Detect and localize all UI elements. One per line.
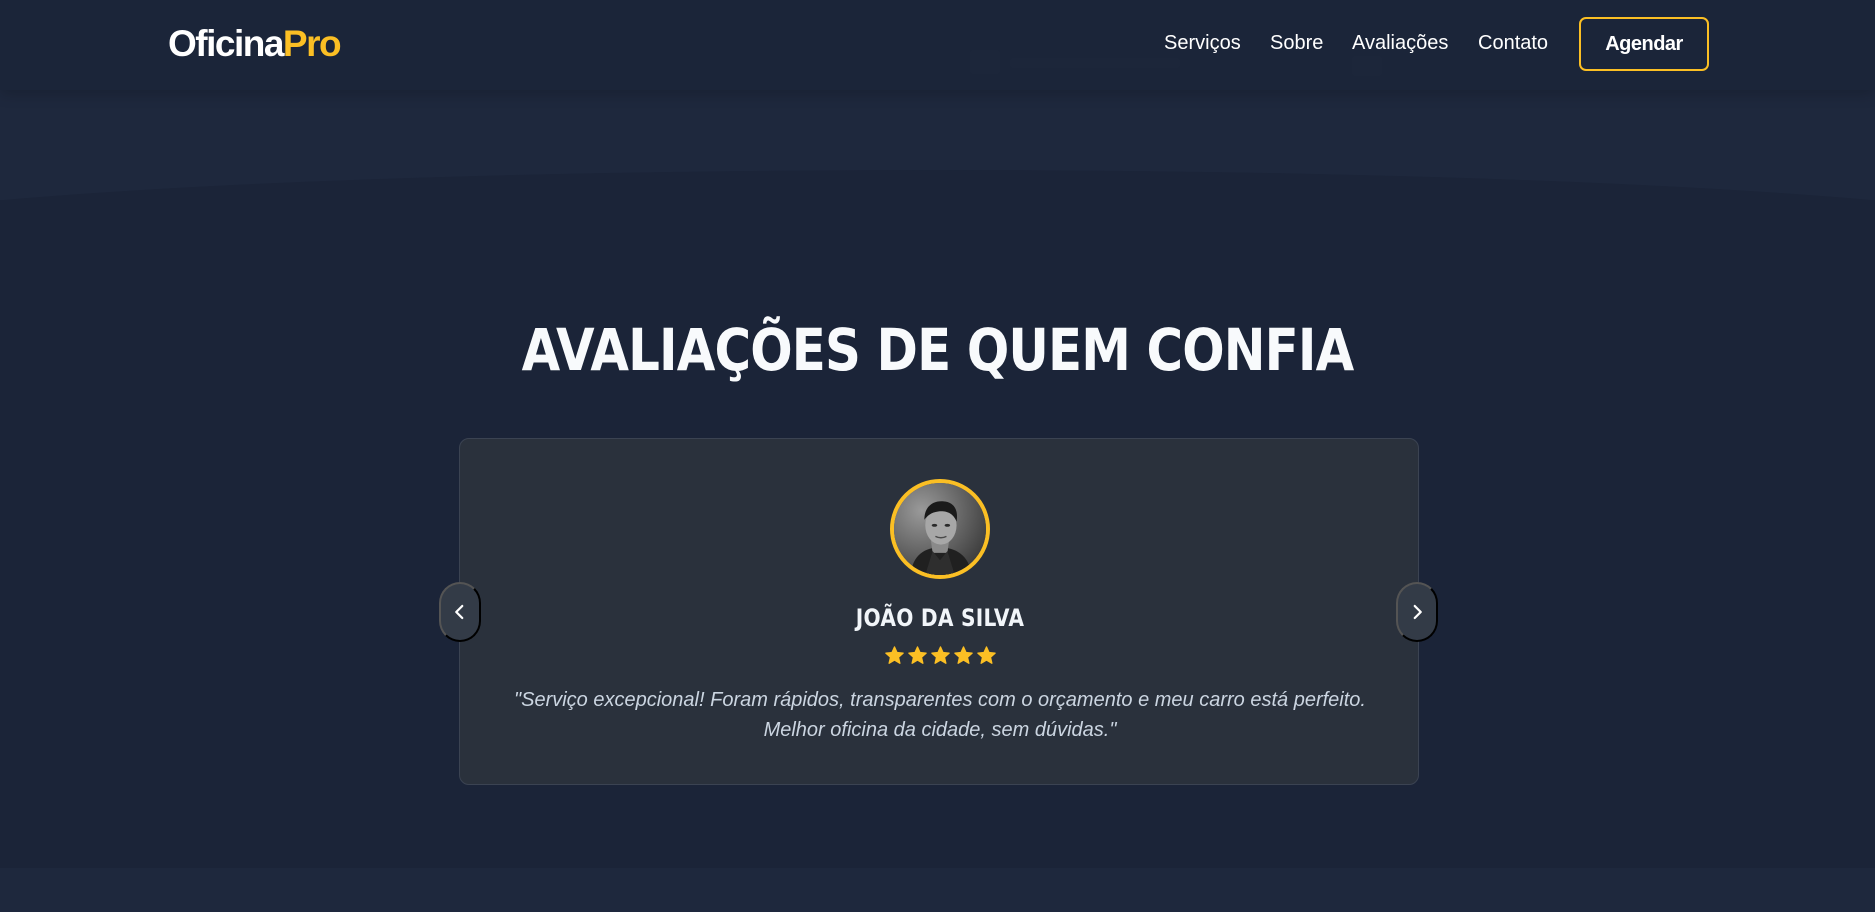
star-rating xyxy=(460,645,1420,666)
next-section-background xyxy=(0,868,1875,912)
quote-line-1: "Serviço excepcional! Foram rápidos, tra… xyxy=(514,689,1366,711)
star-icon xyxy=(884,646,904,664)
quote-line-2: Melhor oficina da cidade, sem dúvidas." xyxy=(763,719,1117,741)
section-title: AVALIAÇÕES DE QUEM CONFIA xyxy=(521,316,1355,384)
chevron-left-icon xyxy=(455,604,464,620)
star-icon xyxy=(930,646,950,664)
site-header: OficinaPro Serviços Sobre Avaliações Con… xyxy=(0,0,1875,90)
reviewer-name: JOÃO DA SILVA xyxy=(855,604,1025,632)
section-curve xyxy=(0,170,1875,200)
star-icon xyxy=(953,646,973,664)
schedule-button[interactable]: Agendar xyxy=(1579,17,1709,71)
carousel-prev-button[interactable] xyxy=(439,582,481,642)
carousel-next-button[interactable] xyxy=(1396,582,1438,642)
chevron-right-icon xyxy=(1413,604,1422,620)
logo[interactable]: OficinaPro xyxy=(168,22,342,66)
avatar xyxy=(890,479,990,579)
testimonial-card: JOÃO DA SILVA "Serviço excepcional! Fora… xyxy=(459,438,1419,785)
nav-link-sobre[interactable]: Sobre xyxy=(1270,30,1323,56)
logo-main-text: Oficina xyxy=(168,23,284,64)
star-icon xyxy=(907,646,927,664)
nav-link-avaliacoes[interactable]: Avaliações xyxy=(1352,30,1448,56)
nav-link-contato[interactable]: Contato xyxy=(1478,30,1548,56)
avatar-photo xyxy=(894,483,986,575)
logo-accent-text: Pro xyxy=(282,23,342,64)
testimonial-quote: "Serviço excepcional! Foram rápidos, tra… xyxy=(500,685,1380,745)
nav-link-servicos[interactable]: Serviços xyxy=(1164,30,1241,56)
star-icon xyxy=(976,646,996,664)
